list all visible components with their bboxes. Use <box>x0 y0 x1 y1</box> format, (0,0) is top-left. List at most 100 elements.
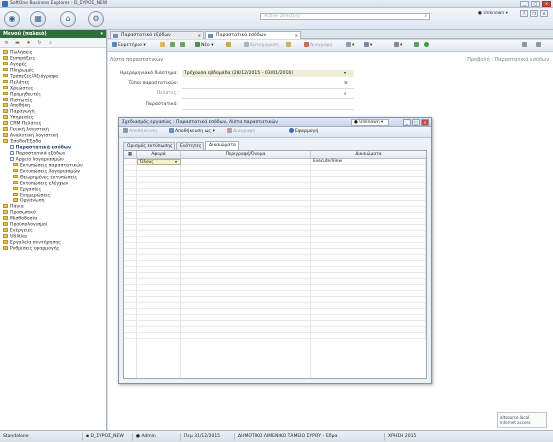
tab-permissions[interactable]: Δικαιώματα <box>205 141 239 150</box>
document-field[interactable] <box>182 109 354 110</box>
view-title: Προβολή : Παραστατικά εσόδων <box>467 57 549 63</box>
delete-label: Διαγραφή <box>310 43 333 48</box>
index-button[interactable]: Ευρετήριο ▾ <box>112 42 146 50</box>
folder-icon <box>3 127 8 131</box>
search-icon[interactable]: ⌕ <box>344 91 347 97</box>
customers-field[interactable] <box>182 98 354 99</box>
refresh-icon[interactable]: ↻ <box>36 40 43 46</box>
folder-icon <box>3 61 8 66</box>
permissions-grid: ▦ Αφορά Περιγραφή/Όνομα Δικαιώματα Όλους… <box>123 150 427 379</box>
undo-button[interactable] <box>286 42 292 50</box>
tab-print-definition[interactable]: Ορισμός εκτύπωσης <box>123 142 175 150</box>
settings-icon[interactable]: ⚙ <box>88 11 104 27</box>
open-icon <box>226 42 231 47</box>
dialog-delete-button[interactable]: Διαγραφή <box>227 128 255 136</box>
search-input[interactable]: Active Directory ⌕ <box>260 13 430 20</box>
sidebar-item-label: Εργαλεία συντήρησης <box>10 240 61 246</box>
sidebar-item[interactable]: Ρυθμίσεις εφαρμογής <box>0 245 106 252</box>
minimize-button[interactable]: _ <box>520 1 529 7</box>
window-titlebar: SoftOne Business Explorer - D_ΣΥΡΟΣ_NEW … <box>0 0 553 8</box>
close-module-icon[interactable]: × <box>540 10 548 17</box>
dialog-save-button[interactable]: Αποθήκευση <box>123 128 157 136</box>
folder-icon[interactable]: ▬ <box>14 40 21 46</box>
tools-button[interactable] <box>522 42 528 50</box>
menu-icon[interactable]: ≡ <box>3 40 10 46</box>
help-icon[interactable]: ? <box>520 10 528 17</box>
table-cell[interactable] <box>181 333 311 339</box>
dialog-apply-button[interactable]: Εφαρμογή <box>289 128 318 136</box>
run-button[interactable] <box>424 42 430 50</box>
section-title: Λίστα παραστατικών <box>110 57 164 63</box>
modules-icon[interactable]: ▦ <box>30 11 46 27</box>
sidebar-item-label: Εκτυπώσεις παραστατικών <box>20 163 83 169</box>
table-cell[interactable] <box>311 333 426 339</box>
list-icon[interactable]: ≡ <box>344 81 348 86</box>
print-button[interactable]: ▾ <box>394 42 402 50</box>
table-cell[interactable] <box>137 333 181 339</box>
user-name: Unknown <box>483 11 505 16</box>
sidebar-item-label: Προϋπολογισμοί <box>10 222 48 228</box>
tab-expenses[interactable]: Παραστατικά εξόδων × <box>110 31 204 39</box>
close-button[interactable]: × <box>542 1 551 7</box>
user-menu[interactable]: ● Unknown ▾ <box>478 10 518 17</box>
close-button[interactable]: × <box>421 119 429 126</box>
column-header-permissions[interactable]: Δικαιώματα <box>311 151 426 159</box>
app-icon <box>2 1 8 7</box>
column-header-applies[interactable]: Αφορά <box>137 151 181 159</box>
find-icon[interactable]: ⌕ <box>47 40 54 46</box>
sidebar-item-label: Χρεώστες <box>10 85 34 91</box>
maximize-button[interactable]: □ <box>412 119 420 126</box>
date-range-field[interactable]: Τρέχουσα εβδομάδα (28/12/2015 - 03/01/20… <box>182 70 354 77</box>
dialog-titlebar: Σχεδιασμός εργασίας : Παραστατικά εσόδων… <box>119 118 431 127</box>
tab-sections[interactable]: Ενότητες <box>176 142 204 150</box>
dialog-save-as-button[interactable]: Αποθήκευση ως ▾ <box>169 128 215 136</box>
folder-icon <box>3 222 8 226</box>
chevron-down-icon[interactable]: ▾ <box>344 70 346 75</box>
dialog-user-select[interactable]: ● Unknown ▾ <box>351 119 389 126</box>
back-button[interactable] <box>170 42 176 50</box>
open-button[interactable] <box>226 42 232 50</box>
folder-icon <box>3 139 8 143</box>
status-date: Πεμ 31/12/2015 <box>180 433 220 441</box>
sidebar-item-label: Ρυθμίσεις εφαρμογής <box>10 246 60 252</box>
minimize-button[interactable]: _ <box>403 119 411 126</box>
folder-button[interactable] <box>160 42 166 50</box>
options-button[interactable] <box>536 42 542 50</box>
home-icon[interactable]: ⌂ <box>60 11 76 27</box>
attach-button[interactable]: ▾ <box>346 42 354 50</box>
folder-icon <box>3 115 8 119</box>
sidebar-item-label: Πληρωμές <box>10 68 34 74</box>
maximize-button[interactable]: □ <box>531 1 540 7</box>
apply-icon <box>289 128 294 133</box>
new-button[interactable]: Νέο ▾ <box>195 42 214 50</box>
export-button[interactable] <box>414 42 420 50</box>
forward-button[interactable] <box>180 42 186 50</box>
star-icon[interactable]: ★ <box>25 40 32 46</box>
doc-types-field[interactable] <box>182 88 354 89</box>
column-header-description[interactable]: Περιγραφή/Όνομα <box>181 151 311 159</box>
customers-label: Πελάτες: <box>156 91 178 96</box>
folder-icon <box>13 174 18 179</box>
close-icon[interactable]: × <box>198 32 201 40</box>
folder-icon <box>3 91 8 96</box>
search-icon[interactable]: ⌕ <box>424 14 427 20</box>
table-row[interactable] <box>124 333 426 339</box>
folder-icon <box>3 97 8 102</box>
tab-income[interactable]: Παραστατικά εσόδων × <box>205 31 301 39</box>
chevron-down-icon[interactable]: ▾ <box>100 30 103 38</box>
sidebar-header[interactable]: Μενού (παλαιό) ▾ <box>0 30 106 38</box>
sidebar-item-label: Πωλήσεις <box>10 50 33 56</box>
sidebar-item-label: Μισθοδοσία <box>10 216 38 222</box>
save-button[interactable]: Καταχώριση <box>244 42 279 50</box>
restore-icon[interactable]: ❐ <box>530 10 538 17</box>
company-name: D_ΣΥΡΟΣ_NEW <box>90 434 124 439</box>
user-name: Admin <box>141 434 156 439</box>
grid-config-icon[interactable]: ▦ <box>124 151 137 159</box>
app-orb-button[interactable]: ◉ <box>4 11 20 27</box>
close-icon[interactable]: × <box>295 32 298 40</box>
sidebar-item-label: Τράπεζες/Αξιόγραφα <box>10 74 59 80</box>
delete-button[interactable]: Διαγραφή <box>304 42 332 50</box>
date-range-value: Τρέχουσα εβδομάδα (28/12/2015 - 03/01/20… <box>184 71 294 76</box>
search-button[interactable]: ▾ <box>364 42 372 50</box>
menu-tree: Πωλήσεις Εισπράξεις Αγορές Πληρωμές Τράπεζες… <box>0 48 106 252</box>
